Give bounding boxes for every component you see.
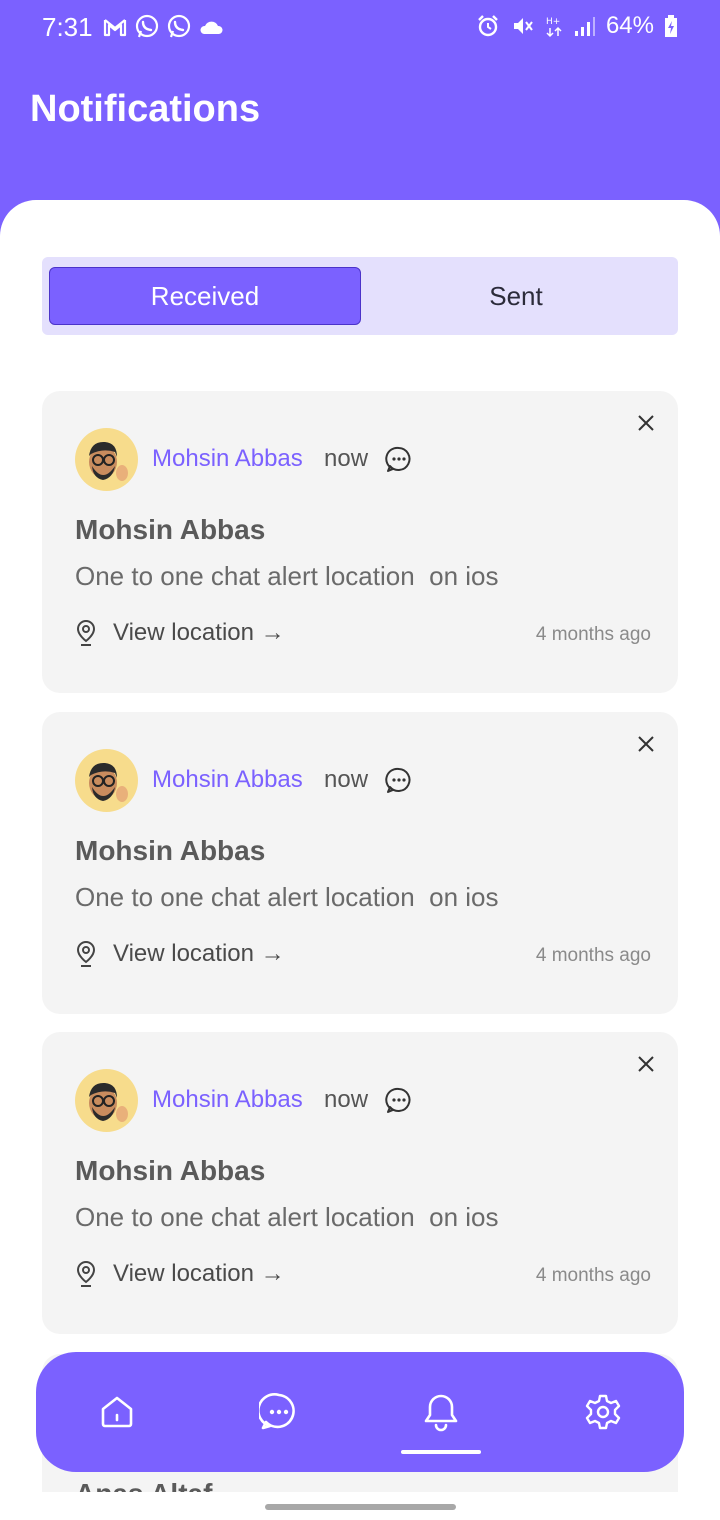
whatsapp-business-icon [167,14,191,38]
notification-card[interactable]: Mohsin Abbas now Mohsin Abbas One to one… [42,712,678,1014]
page-title: Notifications [30,88,261,130]
relative-timestamp: 4 months ago [535,1265,651,1286]
bell-icon [424,1394,458,1432]
tab-sent[interactable]: Sent [361,267,671,325]
view-location-link[interactable]: View location → [75,1260,285,1288]
battery-percentage: 64% [605,12,654,39]
view-location-label[interactable]: View location → [113,1260,285,1288]
svg-text:H+: H+ [546,17,560,27]
content-sheet: Received Sent Mohsin Abbas now Mohsin Ab… [0,200,720,1520]
active-tab-indicator [401,1450,481,1454]
avatar [75,749,138,812]
avatar-memoji-icon [89,441,128,481]
chat-bubble-icon [385,446,411,472]
status-time: 7:31 [42,12,93,42]
notification-message: One to one chat alert location on ios [75,561,499,591]
tab-received[interactable]: Received [49,267,361,325]
location-pin-icon [76,619,96,646]
sender-name[interactable]: Mohsin Abbas [152,1086,303,1114]
chat-bubble-icon [385,767,411,793]
signal-icon [574,17,595,36]
chat-icon [259,1393,295,1430]
close-icon[interactable] [636,734,656,754]
location-pin-icon [76,1260,96,1287]
cloud-icon [200,21,223,34]
whatsapp-icon [135,14,159,38]
notification-time: now [324,1086,369,1113]
chat-bubble-icon [385,1087,411,1113]
location-pin-icon [76,940,96,967]
notification-time: now [324,445,369,472]
notification-tabs: Received Sent [42,257,678,335]
sender-name[interactable]: Mohsin Abbas [152,445,303,473]
nav-notifications[interactable] [401,1372,481,1454]
network-h-plus-icon: H+ [546,17,562,38]
gear-icon [585,1394,621,1430]
avatar [75,1069,138,1132]
status-bar: 7:31 H+ 64% [0,0,720,56]
notification-title: Mohsin Abbas [75,835,266,866]
home-icon [101,1396,133,1428]
notification-message: One to one chat alert location on ios [75,1202,499,1232]
nav-messages[interactable] [239,1372,319,1452]
close-icon[interactable] [636,1054,656,1074]
nav-home[interactable] [77,1372,157,1452]
notification-card[interactable]: Mohsin Abbas now Mohsin Abbas One to one… [42,391,678,693]
nav-settings[interactable] [563,1372,643,1452]
notification-time: now [324,766,369,793]
mute-icon [513,18,533,34]
home-indicator[interactable] [265,1504,456,1510]
system-home-bar [0,1492,720,1520]
close-icon[interactable] [636,413,656,433]
status-notification-icons [102,14,224,40]
relative-timestamp: 4 months ago [535,624,651,645]
bottom-navigation [36,1352,684,1472]
notification-message: One to one chat alert location on ios [75,882,499,912]
notification-title: Mohsin Abbas [75,1155,266,1186]
view-location-label[interactable]: View location → [113,940,285,968]
gmail-icon [103,19,127,37]
view-location-link[interactable]: View location → [75,619,285,647]
notification-card[interactable]: Mohsin Abbas now Mohsin Abbas One to one… [42,1032,678,1334]
notification-title: Mohsin Abbas [75,514,266,545]
status-system-icons: H+ 64% [476,12,678,40]
avatar-memoji-icon [89,1082,128,1122]
avatar-memoji-icon [89,762,128,802]
view-location-link[interactable]: View location → [75,940,285,968]
sender-name[interactable]: Mohsin Abbas [152,766,303,794]
relative-timestamp: 4 months ago [535,945,651,966]
alarm-icon [478,15,498,37]
view-location-label[interactable]: View location → [113,619,285,647]
avatar [75,428,138,491]
battery-icon [665,15,677,37]
